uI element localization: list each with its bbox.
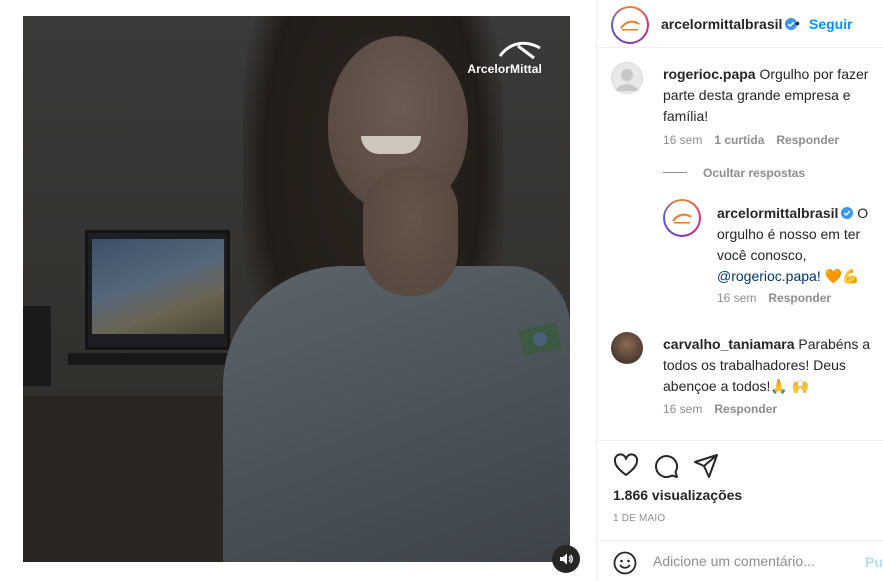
post-panel: arcelormittalbrasil • Seguir rogerioc.pa… [596, 0, 883, 581]
comment-3-body: carvalho_taniamara Parabéns a todos os t… [663, 334, 875, 397]
post-header: arcelormittalbrasil • Seguir [597, 0, 883, 48]
comments-list: rogerioc.papa Orgulho por fazer parte de… [597, 48, 883, 440]
arcelormittal-avatar-logo-icon [672, 213, 692, 224]
video-person-smile [361, 136, 421, 154]
share-icon[interactable] [693, 453, 719, 479]
video-laptop-screen [92, 239, 224, 334]
post-author-username[interactable]: arcelormittalbrasil [661, 16, 798, 32]
video-person-hand [363, 166, 458, 296]
publish-button[interactable]: Publicar [865, 554, 883, 570]
verified-badge-icon [841, 207, 854, 219]
header-separator-dot: • [795, 15, 800, 31]
reply-body: arcelormittalbrasil O orgulho é nosso em… [717, 203, 872, 287]
comment-1-reply-button[interactable]: Responder [776, 133, 839, 147]
comment-1-body: rogerioc.papa Orgulho por fazer parte de… [663, 64, 875, 127]
arcelormittal-avatar-logo-icon [620, 20, 640, 31]
comment-3-time: 16 sem [663, 402, 703, 416]
profile-avatar[interactable] [611, 6, 649, 44]
brand-text: ArcelorMittal [467, 62, 542, 76]
hide-replies-button[interactable]: Ocultar respostas [663, 166, 805, 180]
comment-3-reply-button[interactable]: Responder [714, 402, 777, 416]
default-avatar-icon [616, 69, 638, 91]
comment-avatar-rogerioc[interactable] [611, 62, 643, 94]
comment-3-username[interactable]: carvalho_taniamara [663, 336, 795, 352]
comment-icon[interactable] [653, 453, 679, 479]
speaker-icon [560, 553, 573, 565]
comment-1-likes[interactable]: 1 curtida [714, 133, 764, 147]
comment-3-meta: 16 sem Responder [663, 402, 777, 416]
heart-icon[interactable] [613, 453, 639, 479]
comment-input[interactable] [653, 549, 853, 573]
view-count[interactable]: 1.866 visualizações [613, 487, 742, 503]
reply-meta: 16 sem Responder [717, 291, 831, 305]
mute-button[interactable] [552, 545, 580, 573]
comment-1-meta: 16 sem 1 curtida Responder [663, 133, 839, 147]
emoji-icon[interactable] [613, 551, 637, 575]
arcelormittal-watermark: ArcelorMittal [467, 38, 542, 78]
video-laptop [68, 230, 253, 365]
reply-time: 16 sem [717, 291, 757, 305]
follow-button[interactable]: Seguir [809, 16, 853, 32]
reply-mention-link[interactable]: @rogerioc.papa! [717, 268, 821, 284]
video-speaker-object [23, 306, 51, 386]
comment-1-time: 16 sem [663, 133, 703, 147]
post-actions: 1.866 visualizações 1 DE MAIO [597, 440, 883, 540]
reply-avatar[interactable] [663, 199, 701, 237]
hide-replies-line [663, 172, 687, 173]
video-player[interactable]: ArcelorMittal [23, 16, 570, 562]
comment-avatar-carvalho[interactable] [611, 332, 643, 364]
video-person-body [223, 266, 570, 562]
media-panel: ArcelorMittal [0, 0, 596, 581]
comment-1-username[interactable]: rogerioc.papa [663, 66, 756, 82]
reply-emoji: 🧡💪 [824, 268, 860, 284]
reply-username[interactable]: arcelormittalbrasil [717, 205, 838, 221]
post-date[interactable]: 1 DE MAIO [613, 513, 665, 524]
reply-reply-button[interactable]: Responder [768, 291, 831, 305]
add-comment-bar: Publicar [597, 540, 883, 581]
arcelormittal-logo-icon [498, 41, 541, 60]
